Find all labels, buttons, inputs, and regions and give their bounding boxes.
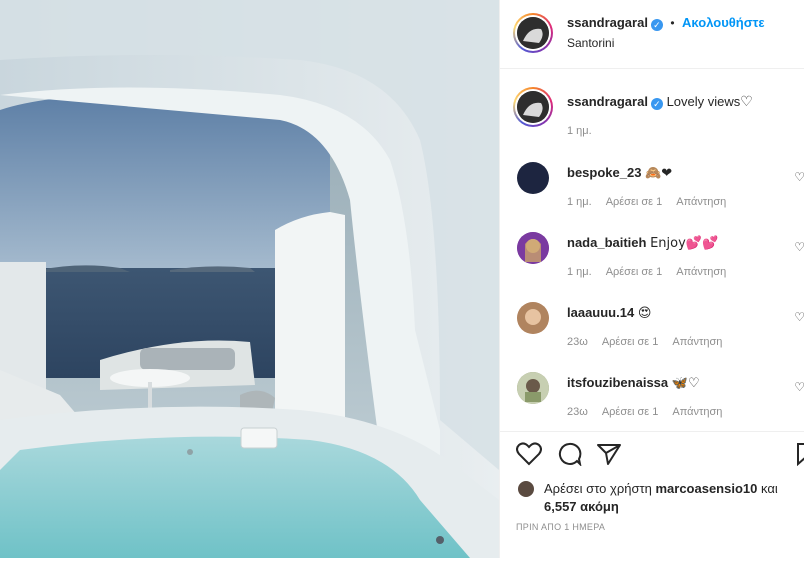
likes-user[interactable]: marcoasensio10 [655,481,757,496]
avatar [517,91,549,123]
comment-likes[interactable]: Αρέσει σε 1 [602,336,659,348]
follow-button[interactable]: Ακολουθήστε [682,15,765,30]
comment-text: 😍 [637,306,652,321]
comment-likes[interactable]: Αρέσει σε 1 [606,266,663,278]
bookmark-icon[interactable] [796,442,804,471]
caption-text: Lovely views [666,94,741,109]
post-date[interactable]: ΠΡΙΝ ΑΠΟ 1 ΗΜΕΡΑ [516,522,605,532]
avatar[interactable] [518,481,534,497]
post-header: ssandragaral ✓ • Ακολουθήστε Santorini [500,0,804,69]
comment-likes[interactable]: Αρέσει σε 1 [602,406,659,418]
verified-badge-icon: ✓ [650,19,663,31]
story-ring[interactable] [513,87,553,127]
avatar[interactable] [517,232,549,264]
reply-button[interactable]: Απάντηση [672,336,722,348]
comment-username[interactable]: bespoke_23 [567,165,641,180]
caption-row: ssandragaral ✓ Lovely views♡ 1 ημ. [500,87,804,147]
comment-icon[interactable] [556,442,582,471]
reply-button[interactable]: Απάντηση [672,406,722,418]
comment-text: 🙈❤ [645,166,673,181]
avatar[interactable] [517,162,549,194]
like-comment-icon[interactable]: ♡ [794,170,804,184]
comment-time[interactable]: 1 ημ. [567,266,592,278]
dot-separator: • [670,16,675,30]
post-photo[interactable] [0,0,499,558]
story-ring[interactable] [513,13,553,53]
heart-icon[interactable] [516,442,542,471]
comment-time[interactable]: 23ω [567,336,588,348]
avatar[interactable] [517,372,549,404]
heart-outline-icon: ♡ [740,94,753,110]
author-username[interactable]: ssandragaral [567,15,648,30]
comment-username[interactable]: itsfouzibenaissa [567,375,668,390]
comment-likes[interactable]: Αρέσει σε 1 [606,196,663,208]
post-actions: Αρέσει στο χρήστη marcoasensio10 και 6,5… [500,431,804,562]
comment-time[interactable]: 23ω [567,406,588,418]
like-comment-icon[interactable]: ♡ [794,310,804,324]
like-comment-icon[interactable]: ♡ [794,380,804,394]
reply-button[interactable]: Απάντηση [676,196,726,208]
comment-item: itsfouzibenaissa 🦋♡ 23ω Αρέσει σε 1 Απάντη… [500,370,804,430]
caption-time[interactable]: 1 ημ. [567,125,592,137]
post-location[interactable]: Santorini [567,36,614,50]
comment-username[interactable]: laaauuu.14 [567,305,634,320]
comment-text: Enjoy💕💕 [650,236,719,251]
likes-summary: Αρέσει στο χρήστη marcoasensio10 και 6,5… [516,480,786,516]
like-comment-icon[interactable]: ♡ [794,240,804,254]
comment-username[interactable]: nada_baitieh [567,235,646,250]
verified-badge-icon: ✓ [650,98,663,110]
share-icon[interactable] [596,442,622,471]
likes-count[interactable]: 6,557 ακόμη [544,499,619,514]
post-sidebar: ssandragaral ✓ • Ακολουθήστε Santorini ss… [499,0,804,558]
comment-item: laaauuu.14 😍 23ω Αρέσει σε 1 Απάντηση ♡ [500,300,804,360]
comment-time[interactable]: 1 ημ. [567,196,592,208]
comment-item: bespoke_23 🙈❤ 1 ημ. Αρέσει σε 1 Απάντηση ♡ [500,160,804,220]
reply-button[interactable]: Απάντηση [676,266,726,278]
avatar[interactable] [517,302,549,334]
avatar [517,17,549,49]
likes-suffix: και [761,481,778,496]
caption-username[interactable]: ssandragaral [567,94,648,109]
comment-item: nada_baitieh Enjoy💕💕 1 ημ. Αρέσει σε 1 Απά… [500,230,804,290]
comment-text: 🦋♡ [671,376,700,391]
likes-prefix: Αρέσει στο χρήστη [544,481,652,496]
